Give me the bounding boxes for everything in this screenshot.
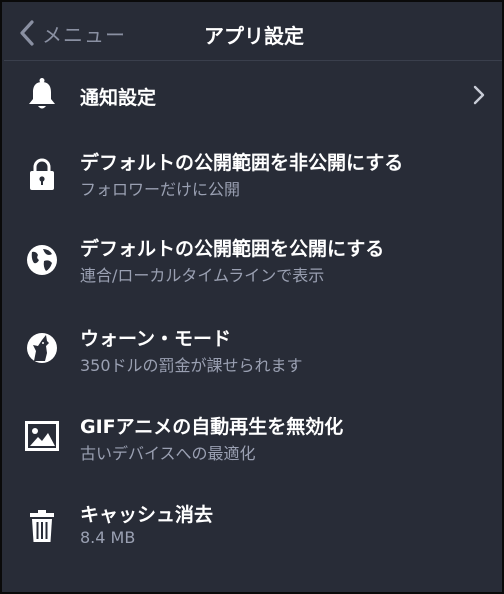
row-title: GIFアニメの自動再生を無効化 [80, 416, 344, 438]
chevron-right-icon [472, 85, 486, 105]
settings-row-notifications[interactable]: 通知設定 [4, 64, 502, 126]
row-title: デフォルトの公開範囲を非公開にする [80, 152, 404, 174]
bell-icon [24, 76, 60, 112]
image-icon [24, 418, 60, 454]
row-title: デフォルトの公開範囲を公開にする [80, 238, 385, 260]
page-title: アプリ設定 [204, 24, 304, 48]
row-subtitle: 350ドルの罰金が課せられます [80, 356, 303, 375]
howling-wolf-icon [24, 330, 60, 366]
row-subtitle: フォロワーだけに公開 [80, 180, 241, 199]
settings-row-gif-autoplay[interactable]: GIFアニメの自動再生を無効化 古いデバイスへの最適化 [4, 400, 502, 480]
trash-icon [24, 508, 60, 544]
row-title: ウォーン・モード [80, 328, 232, 350]
row-title: 通知設定 [80, 87, 157, 109]
row-title: キャッシュ消去 [80, 504, 214, 526]
settings-row-default-public[interactable]: デフォルトの公開範囲を公開にする 連合/ローカルタイムラインで表示 [4, 222, 502, 302]
settings-row-default-private[interactable]: デフォルトの公開範囲を非公開にする フォロワーだけに公開 [4, 134, 502, 214]
row-subtitle: 古いデバイスへの最適化 [80, 444, 256, 463]
navigation-bar: メニュー アプリ設定 [4, 4, 502, 61]
lock-icon [24, 156, 60, 192]
globe-icon [24, 242, 60, 278]
row-subtitle: 8.4 MB [80, 528, 136, 547]
row-subtitle: 連合/ローカルタイムラインで表示 [80, 266, 325, 285]
settings-row-warn-mode[interactable]: ウォーン・モード 350ドルの罰金が課せられます [4, 312, 502, 392]
settings-row-clear-cache[interactable]: キャッシュ消去 8.4 MB [4, 488, 502, 568]
app-settings-screen: メニュー アプリ設定 通知設定 デフォルトの公開範囲を非公開にする フォロワーだ… [0, 0, 504, 594]
